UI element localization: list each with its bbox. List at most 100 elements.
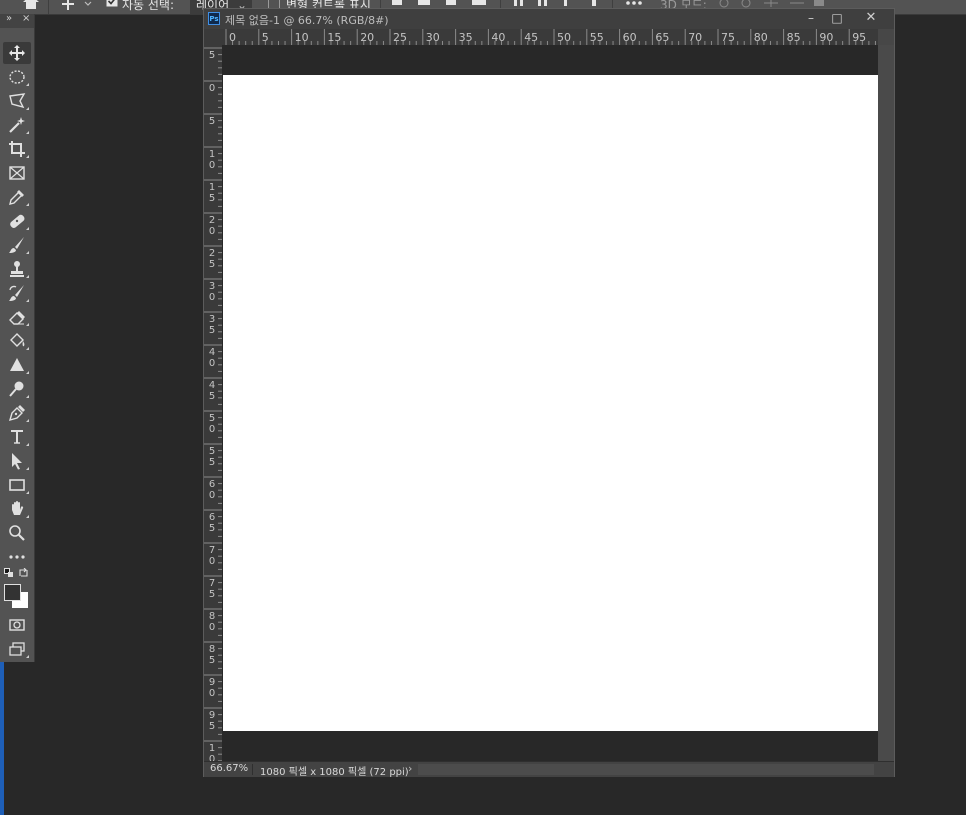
ruler-label: 30 [425,31,440,44]
horizontal-ruler[interactable]: 0 5 10 15 20 25 30 35 40 45 50 55 60 65 70 75 80 85 90 95 [222,29,878,46]
ruler-label: 5 [208,50,216,61]
ruler-label: 45 [524,31,539,44]
ruler-label: 15 [208,182,216,204]
ruler-label: 95 [208,710,216,732]
ruler-label: 25 [208,248,216,270]
photoshop-document-icon: Ps [208,12,220,25]
ruler-label: 25 [393,31,407,44]
document-canvas[interactable] [223,75,878,731]
swap-colors-icon[interactable] [19,568,29,578]
rectangle-tool-button[interactable] [3,474,31,496]
paint-bucket-tool-button[interactable] [3,330,31,352]
status-bar: 66.67% 1080 픽셀 x 1080 픽셀 (72 ppi) › [204,761,894,778]
hand-icon [12,501,24,515]
eraser-tool-button[interactable] [3,306,31,328]
default-colors-icon[interactable] [4,568,14,578]
ruler-label: 10 [294,31,309,44]
blur-triangle-icon [10,358,24,371]
ruler-label: 70 [208,545,216,567]
paint-bucket-icon [10,333,25,347]
ruler-label: 90 [208,677,216,699]
home-icon[interactable] [22,0,40,14]
ruler-label: 55 [589,31,604,44]
ruler-label: 90 [819,31,834,44]
crop-icon [9,141,25,157]
document-title-bar[interactable]: Ps 제목 없음-1 @ 66.7% (RGB/8#) – □ ✕ [204,9,894,29]
status-menu-arrow[interactable]: › [408,762,412,775]
history-brush-icon [9,285,24,301]
ruler-label: 80 [208,611,216,633]
move-tool-preset-icon[interactable] [60,0,96,14]
color-swap-controls [3,567,31,579]
ruler-label: 55 [208,446,216,468]
horizontal-scrollbar[interactable] [418,764,874,775]
dodge-tool-button[interactable] [3,378,31,400]
history-brush-tool-button[interactable] [3,282,31,304]
path-selection-tool-button[interactable] [3,450,31,472]
path-selection-arrow-icon [12,453,22,470]
ruler-label: 65 [655,31,670,44]
horizontal-ruler-ticks [225,29,876,45]
ellipse-marquee-icon [9,70,25,84]
type-tool-button[interactable] [3,426,31,448]
marquee-tool-button[interactable] [3,66,31,88]
magic-wand-icon [9,117,25,133]
maximize-button[interactable]: □ [824,10,850,26]
stamp-icon [10,261,24,277]
quick-mask-button[interactable] [3,614,31,636]
ruler-label: 80 [753,31,768,44]
eyedropper-tool-button[interactable] [3,186,31,208]
ruler-label: 65 [208,512,216,534]
quick-mask-icon [9,619,25,631]
ruler-label: 85 [208,644,216,666]
ruler-label: 30 [208,281,216,303]
rectangle-icon [9,479,25,491]
ruler-origin[interactable] [204,29,222,45]
ruler-label: 40 [491,31,506,44]
auto-select-checkbox[interactable] [106,0,118,14]
ruler-label: 5 [261,31,269,44]
edit-toolbar-button[interactable] [3,546,31,568]
minimize-button[interactable]: – [798,10,824,26]
polygonal-lasso-icon [9,93,26,109]
pasteboard[interactable] [222,45,878,761]
auto-select-label: 자동 선택: [122,0,175,12]
healing-brush-tool-button[interactable] [3,210,31,232]
ruler-label: 5 [208,116,216,127]
clone-stamp-tool-button[interactable] [3,258,31,280]
brush-tool-button[interactable] [3,234,31,256]
zoom-level[interactable]: 66.67% [210,763,248,774]
close-button[interactable]: ✕ [854,10,888,26]
pen-tool-button[interactable] [3,402,31,424]
vertical-scrollbar[interactable] [878,45,894,761]
crop-tool-button[interactable] [3,138,31,160]
zoom-tool-button[interactable] [3,522,31,544]
divider [48,0,49,14]
hand-tool-button[interactable] [3,498,31,520]
move-tool-button[interactable] [3,42,31,64]
frame-icon [9,166,25,180]
type-icon [11,430,23,444]
ruler-label: 75 [208,578,216,600]
ruler-label: 85 [786,31,801,44]
blur-tool-button[interactable] [3,354,31,376]
tools-panel: » × [0,13,35,662]
foreground-color-swatch[interactable] [4,584,21,601]
expand-panel-icon[interactable]: » [6,13,12,24]
vertical-ruler[interactable]: 5 0 5 10 15 20 25 30 35 40 45 50 55 60 65 70 75 80 85 90 95 1… [204,45,223,761]
screen-mode-button[interactable] [3,638,31,660]
frame-tool-button[interactable] [3,162,31,184]
ruler-label: 35 [208,314,216,336]
ruler-label: 95 [852,31,867,44]
blue-accent-strip [0,660,4,815]
ruler-label: 20 [208,215,216,237]
eyedropper-icon [9,190,24,205]
tools-panel-header: » × [0,13,34,28]
document-title: 제목 없음-1 @ 66.7% (RGB/8#) [225,14,389,27]
ruler-label: 15 [327,31,342,44]
lasso-tool-button[interactable] [3,90,31,112]
dodge-icon [9,381,24,397]
close-panel-icon[interactable]: × [22,13,30,24]
ruler-label: 50 [557,31,571,44]
magic-wand-tool-button[interactable] [3,114,31,136]
